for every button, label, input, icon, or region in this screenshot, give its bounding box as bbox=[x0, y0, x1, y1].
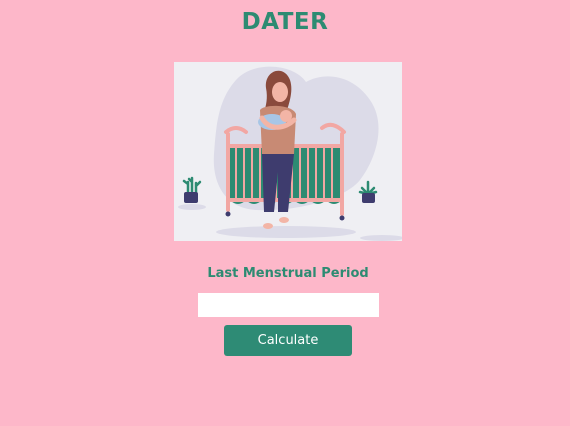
calculate-button[interactable]: Calculate bbox=[224, 325, 352, 356]
mother-baby-illustration-svg bbox=[178, 66, 404, 241]
right-plant-icon bbox=[358, 180, 378, 203]
app-page: DATER Last Menstrual Period Calculate bbox=[0, 0, 570, 426]
mother-baby-illustration bbox=[174, 62, 404, 241]
lmp-input[interactable] bbox=[198, 293, 379, 317]
lmp-label: Last Menstrual Period bbox=[207, 266, 369, 281]
left-plant-icon bbox=[182, 176, 202, 203]
app-title: DATER bbox=[241, 9, 329, 35]
